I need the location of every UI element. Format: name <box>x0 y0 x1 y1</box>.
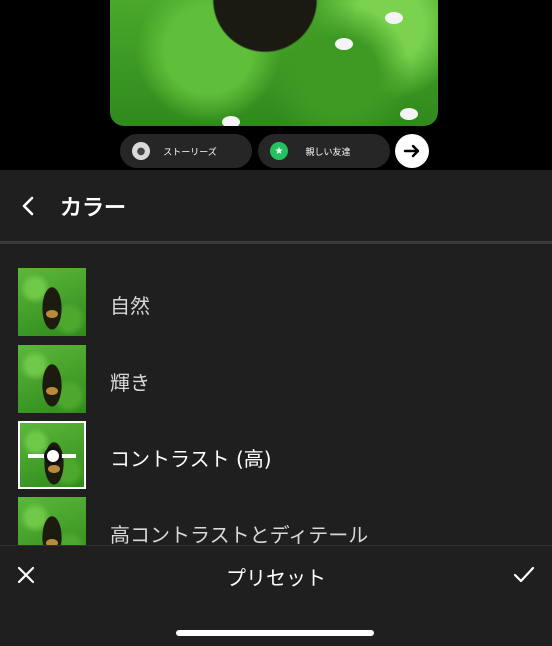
preview-flower <box>222 116 240 126</box>
panel-title: カラー <box>60 196 127 221</box>
chevron-left-icon <box>22 196 34 216</box>
preview-flower <box>385 12 403 24</box>
preview-flower <box>400 108 418 120</box>
stories-label: ストーリーズ <box>163 147 217 158</box>
filter-thumbnail <box>18 497 86 545</box>
preset-footer: プリセット <box>0 545 552 646</box>
filter-label: 自然 <box>110 294 150 318</box>
stories-share-button[interactable]: ● ストーリーズ <box>120 134 252 168</box>
filter-thumbnail-selected <box>18 421 86 489</box>
filter-list[interactable]: 自然 輝き コントラスト (高) 高コントラストとディテール <box>0 262 552 545</box>
filter-item-brilliance[interactable]: 輝き <box>0 345 552 415</box>
star-icon: ★ <box>270 142 288 160</box>
confirm-button[interactable] <box>513 565 535 585</box>
close-friends-share-button[interactable]: ★ 親しい友達 <box>258 134 390 168</box>
filter-thumbnail <box>18 345 86 413</box>
story-preview-image <box>110 0 438 126</box>
preview-flower <box>335 38 353 50</box>
filter-thumbnail <box>18 268 86 336</box>
back-button[interactable] <box>16 194 40 218</box>
next-button[interactable] <box>395 134 429 168</box>
adjust-slider-icon <box>28 447 76 465</box>
filter-item-high-contrast-detail[interactable]: 高コントラストとディテール <box>0 497 552 545</box>
filter-label: 高コントラストとディテール <box>110 523 369 545</box>
home-indicator <box>176 630 374 636</box>
filter-label: 輝き <box>110 371 150 395</box>
check-icon <box>513 566 535 583</box>
preview-dog <box>205 0 325 60</box>
avatar: ● <box>132 142 150 160</box>
footer-title: プリセット <box>226 566 326 590</box>
panel-header: カラー <box>0 170 552 244</box>
share-row: ● ストーリーズ ★ 親しい友達 <box>0 134 552 170</box>
arrow-right-icon <box>403 144 420 158</box>
filter-label: コントラスト (高) <box>110 447 272 471</box>
filter-item-natural[interactable]: 自然 <box>0 268 552 338</box>
filter-item-high-contrast[interactable]: コントラスト (高) <box>0 421 552 491</box>
close-friends-label: 親しい友達 <box>305 147 351 158</box>
